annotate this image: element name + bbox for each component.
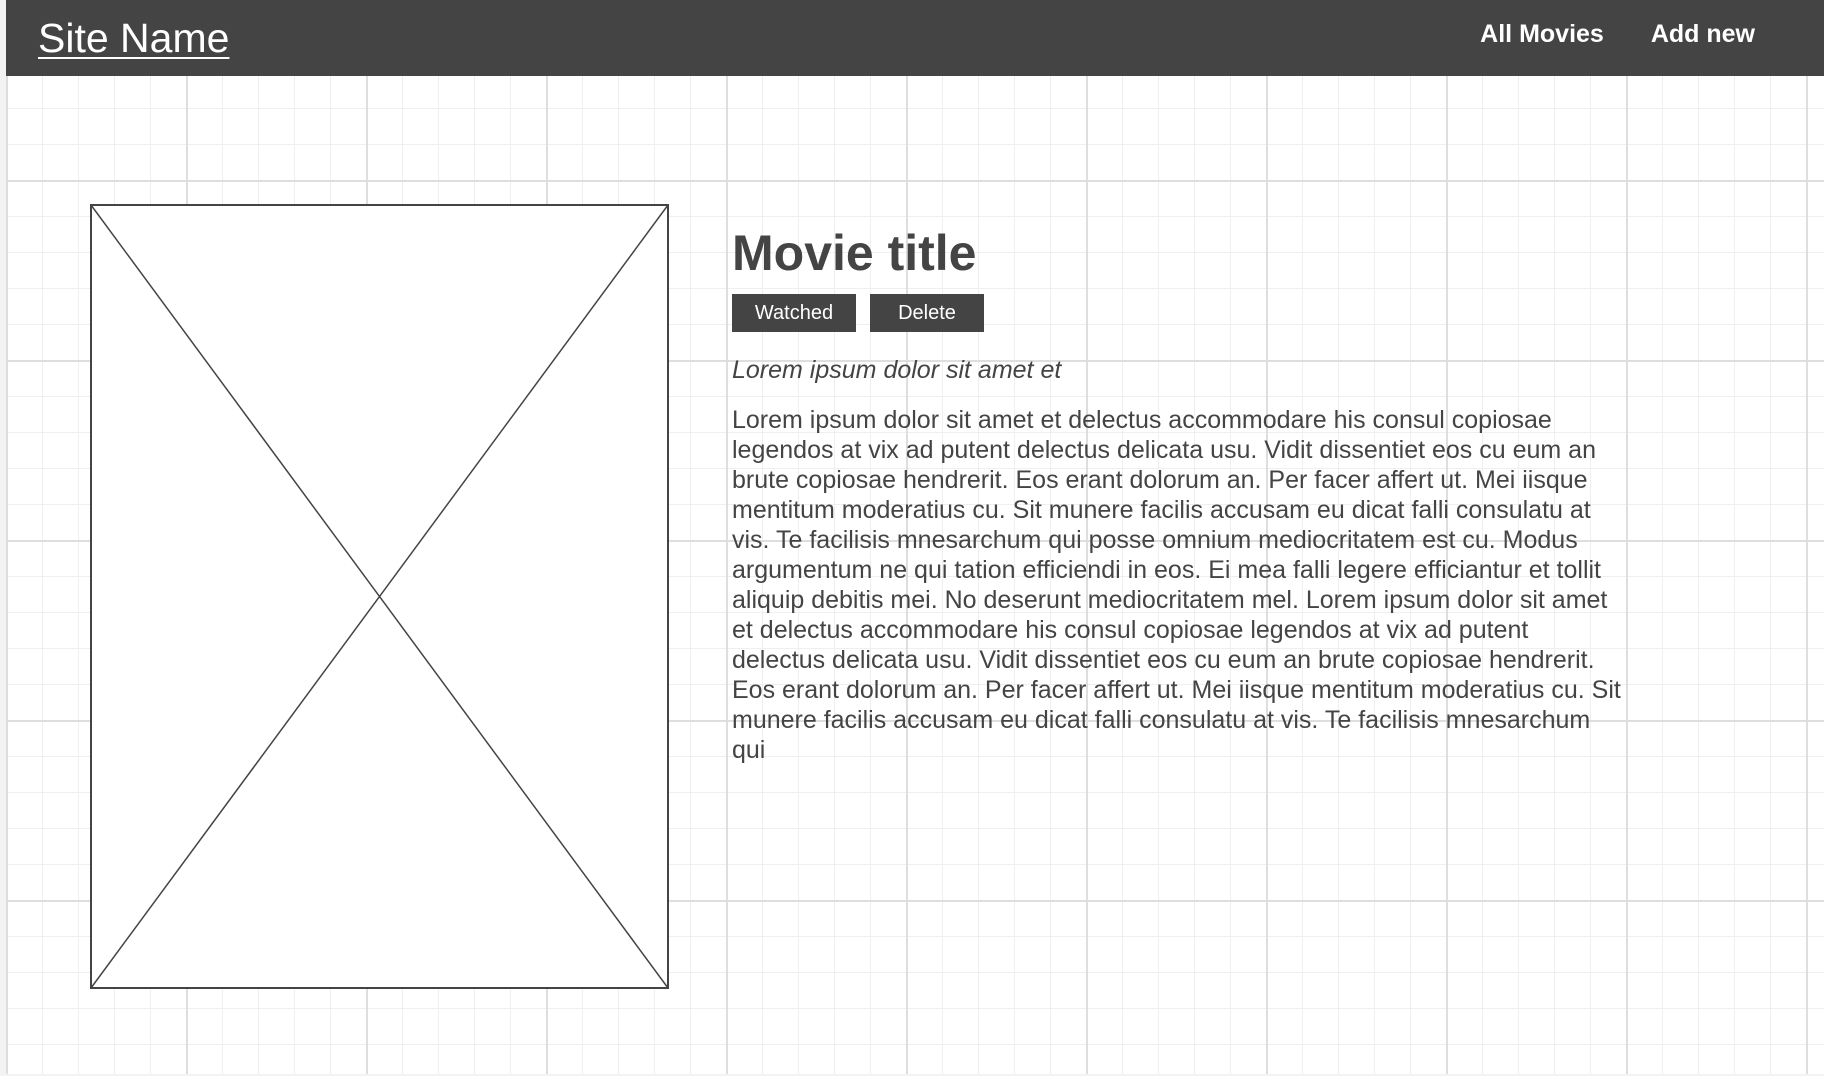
movie-subtitle: Lorem ipsum dolor sit amet et [732, 356, 1062, 384]
image-placeholder-icon [90, 204, 669, 989]
movie-poster-placeholder [90, 204, 669, 989]
nav-all-movies[interactable]: All Movies [1480, 20, 1604, 49]
wireframe-canvas: Site Name All Movies Add new Movie title… [6, 0, 1824, 1074]
movie-details: Movie title Watched Delete Lorem ipsum d… [732, 222, 1622, 790]
top-navbar: Site Name All Movies Add new [6, 0, 1824, 76]
movie-title: Movie title [732, 225, 977, 281]
main-nav: All Movies Add new [1480, 20, 1755, 49]
movie-description: Lorem ipsum dolor sit amet et delectus a… [732, 406, 1621, 764]
nav-add-new[interactable]: Add new [1651, 20, 1755, 49]
movie-actions: Watched Delete [732, 294, 1622, 332]
site-name-link[interactable]: Site Name [38, 15, 229, 62]
watched-button[interactable]: Watched [732, 294, 856, 332]
delete-button[interactable]: Delete [870, 294, 984, 332]
